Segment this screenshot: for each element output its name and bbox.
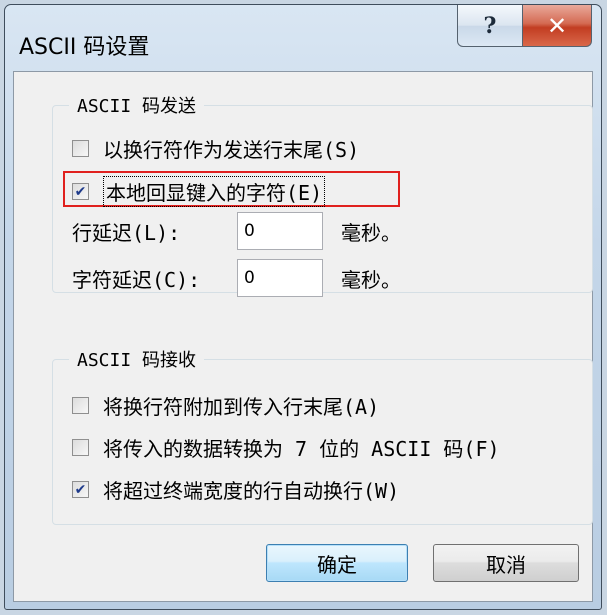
send-line-ends-checkbox[interactable] bbox=[72, 140, 89, 157]
send-line-ends-option[interactable]: 以换行符作为发送行末尾(S) bbox=[72, 134, 359, 163]
append-line-feeds-label: 将换行符附加到传入行末尾(A) bbox=[103, 395, 380, 419]
line-delay-unit: 毫秒。 bbox=[341, 221, 401, 245]
append-line-feeds-option[interactable]: 将换行符附加到传入行末尾(A) bbox=[72, 391, 379, 420]
char-delay-unit: 毫秒。 bbox=[341, 268, 401, 292]
force-7bit-label: 将传入的数据转换为 7 位的 ASCII 码(F) bbox=[103, 437, 500, 461]
line-delay-label: 行延迟(L): bbox=[72, 221, 181, 245]
ok-button-label: 确定 bbox=[317, 552, 357, 577]
ascii-send-group-legend: ASCII 码发送 bbox=[69, 92, 205, 118]
line-delay-input[interactable] bbox=[237, 212, 323, 250]
echo-typed-option[interactable]: ✔ 本地回显键入的字符(E) bbox=[72, 176, 326, 207]
char-delay-input[interactable] bbox=[237, 259, 323, 297]
force-7bit-option[interactable]: 将传入的数据转换为 7 位的 ASCII 码(F) bbox=[72, 433, 500, 462]
ascii-receive-group-legend: ASCII 码接收 bbox=[69, 346, 205, 372]
echo-typed-label: 本地回显键入的字符(E) bbox=[103, 176, 326, 207]
dialog-body: ASCII 码发送 以换行符作为发送行末尾(S) ✔ 本地回显键入的字符(E) … bbox=[13, 71, 593, 602]
char-delay-label: 字符延迟(C): bbox=[72, 268, 201, 292]
title-bar[interactable]: ASCII 码设置 ? ✕ bbox=[5, 5, 601, 71]
force-7bit-checkbox[interactable] bbox=[72, 439, 89, 456]
ok-button[interactable]: 确定 bbox=[266, 544, 408, 582]
help-icon: ? bbox=[483, 12, 497, 39]
close-button[interactable]: ✕ bbox=[522, 5, 592, 47]
wrap-lines-option[interactable]: ✔ 将超过终端宽度的行自动换行(W) bbox=[72, 475, 399, 504]
wrap-lines-label: 将超过终端宽度的行自动换行(W) bbox=[103, 479, 400, 503]
cancel-button[interactable]: 取消 bbox=[433, 544, 579, 582]
close-icon: ✕ bbox=[546, 11, 568, 40]
append-line-feeds-checkbox[interactable] bbox=[72, 397, 89, 414]
help-button[interactable]: ? bbox=[457, 5, 523, 47]
ascii-settings-dialog: ASCII 码设置 ? ✕ ASCII 码发送 以换行符作为发送行末尾(S) ✔… bbox=[4, 4, 602, 610]
dialog-title: ASCII 码设置 bbox=[19, 35, 150, 60]
echo-typed-checkbox[interactable]: ✔ bbox=[72, 183, 89, 200]
send-line-ends-label: 以换行符作为发送行末尾(S) bbox=[103, 138, 360, 162]
cancel-button-label: 取消 bbox=[486, 552, 526, 577]
wrap-lines-checkbox[interactable]: ✔ bbox=[72, 481, 89, 498]
